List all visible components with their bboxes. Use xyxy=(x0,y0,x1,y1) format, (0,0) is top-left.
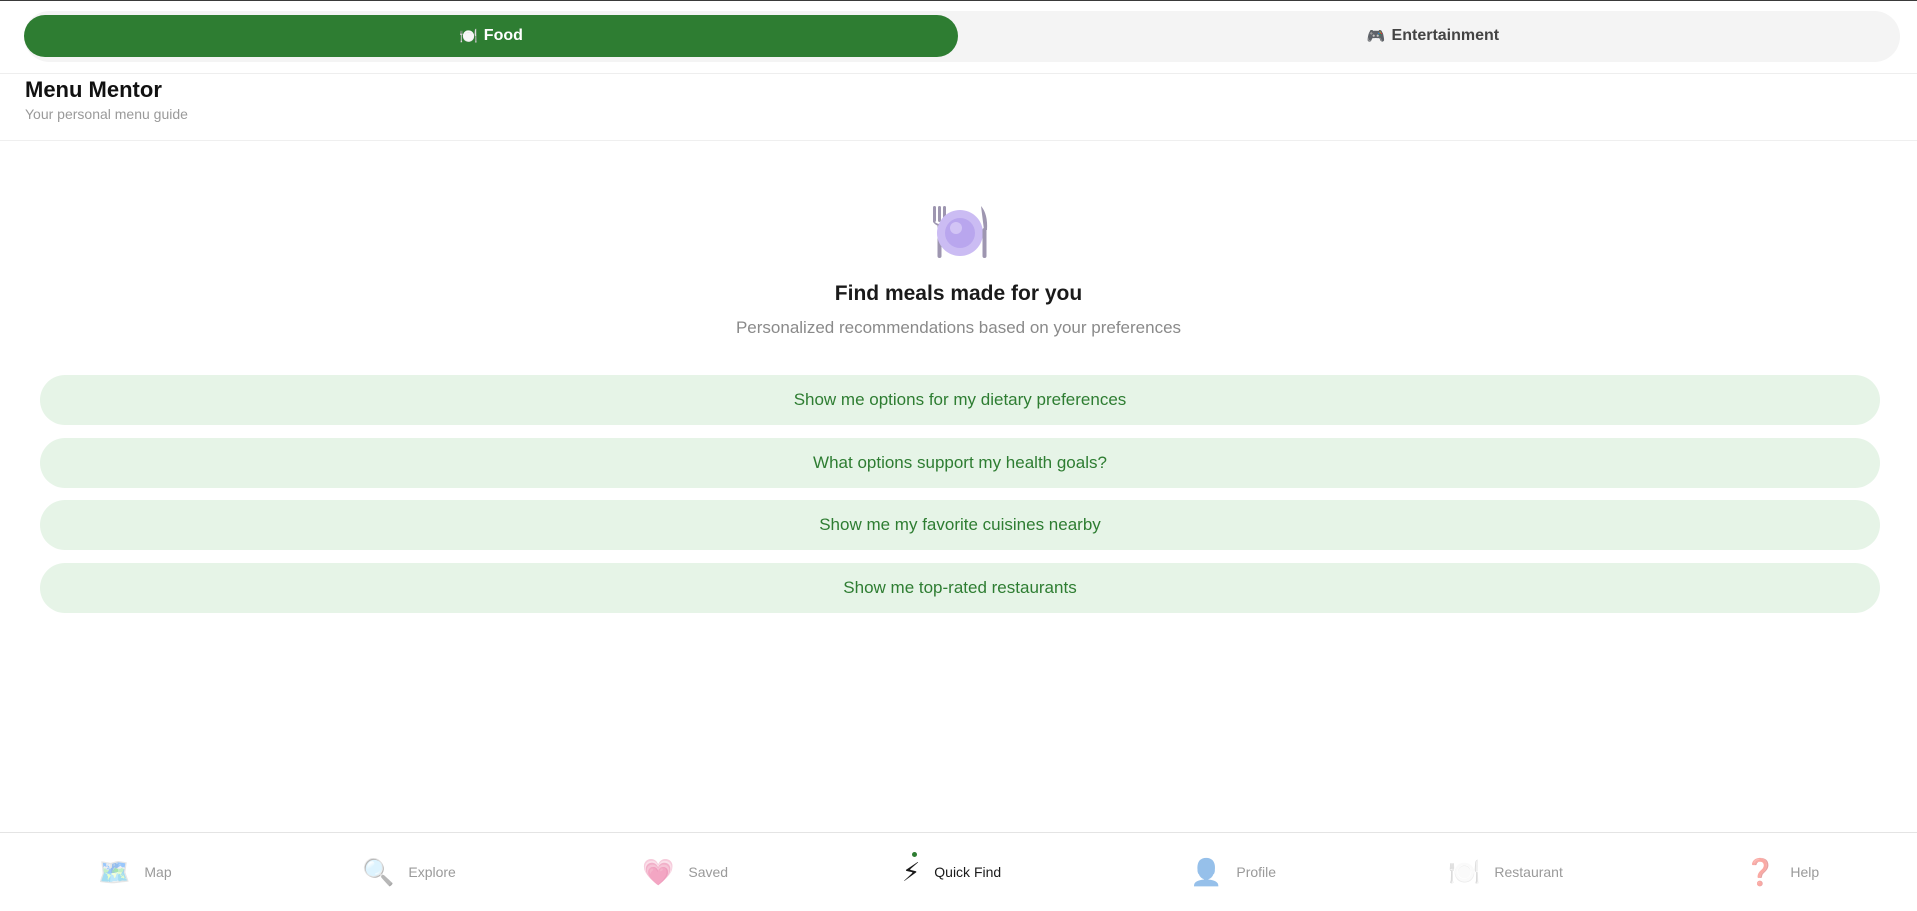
nav-item-quick-find[interactable]: ⚡ Quick Find xyxy=(902,833,1001,911)
divider xyxy=(0,73,1917,74)
nav-item-map[interactable]: 🗺️ Map xyxy=(98,833,172,911)
hero-title: Find meals made for you xyxy=(834,282,1083,305)
plate-icon: 🍽️ xyxy=(459,28,478,45)
tab-entertainment[interactable]: 🎮 Entertainment xyxy=(966,15,1900,57)
fork-knife-plate-icon xyxy=(927,200,991,264)
tab-food-label: Food xyxy=(483,27,523,44)
gamepad-icon: 🎮 xyxy=(1366,28,1386,45)
nav-item-label: Profile xyxy=(1236,864,1277,880)
question-icon: ❓ xyxy=(1744,856,1777,887)
window-top-border xyxy=(0,0,1917,1)
app-header: Menu Mentor Your personal menu guide xyxy=(25,76,188,122)
prompt-health-goals-button[interactable]: What options support my health goals? xyxy=(40,437,1880,488)
mode-toggle: 🍽️ Food 🎮 Entertainment xyxy=(24,11,1900,62)
heart-icon: 💗 xyxy=(642,856,675,887)
nav-item-profile[interactable]: 👤 Profile xyxy=(1190,833,1276,911)
page-subtitle: Your personal menu guide xyxy=(25,106,188,122)
search-icon: 🔍 xyxy=(362,856,395,887)
nav-item-label: Restaurant xyxy=(1494,864,1563,880)
active-indicator-dot xyxy=(912,852,917,857)
prompt-dietary-preferences-button[interactable]: Show me options for my dietary preferenc… xyxy=(40,375,1880,425)
page-title: Menu Mentor xyxy=(25,77,162,102)
hero-subtitle: Personalized recommendations based on yo… xyxy=(735,318,1182,337)
plate-icon: 🍽️ xyxy=(1448,856,1481,887)
nav-item-label: Saved xyxy=(688,864,729,880)
nav-item-explore[interactable]: 🔍 Explore xyxy=(362,833,456,911)
nav-item-label: Help xyxy=(1790,864,1820,880)
hero-section: Find meals made for you Personalized rec… xyxy=(0,200,1917,338)
suggested-prompts: Show me options for my dietary preferenc… xyxy=(40,375,1880,625)
nav-item-saved[interactable]: 💗 Saved xyxy=(642,833,728,911)
prompt-favorite-cuisines-button[interactable]: Show me my favorite cuisines nearby xyxy=(40,500,1880,550)
divider xyxy=(0,140,1917,141)
tab-entertainment-label: Entertainment xyxy=(1391,27,1500,44)
lightning-icon: ⚡ xyxy=(902,856,921,887)
nav-item-label: Map xyxy=(144,864,172,880)
bottom-nav: 🗺️ Map 🔍 Explore 💗 Saved ⚡ Quick Find 👤 … xyxy=(0,832,1917,910)
nav-item-label: Explore xyxy=(408,864,456,880)
nav-item-help[interactable]: ❓ Help xyxy=(1744,833,1819,911)
tab-food[interactable]: 🍽️ Food xyxy=(24,15,958,57)
nav-item-restaurant[interactable]: 🍽️ Restaurant xyxy=(1448,833,1563,911)
prompt-top-rated-button[interactable]: Show me top-rated restaurants xyxy=(40,562,1880,613)
nav-item-label: Quick Find xyxy=(934,864,1002,880)
map-icon: 🗺️ xyxy=(98,856,131,887)
profile-icon: 👤 xyxy=(1190,856,1223,887)
